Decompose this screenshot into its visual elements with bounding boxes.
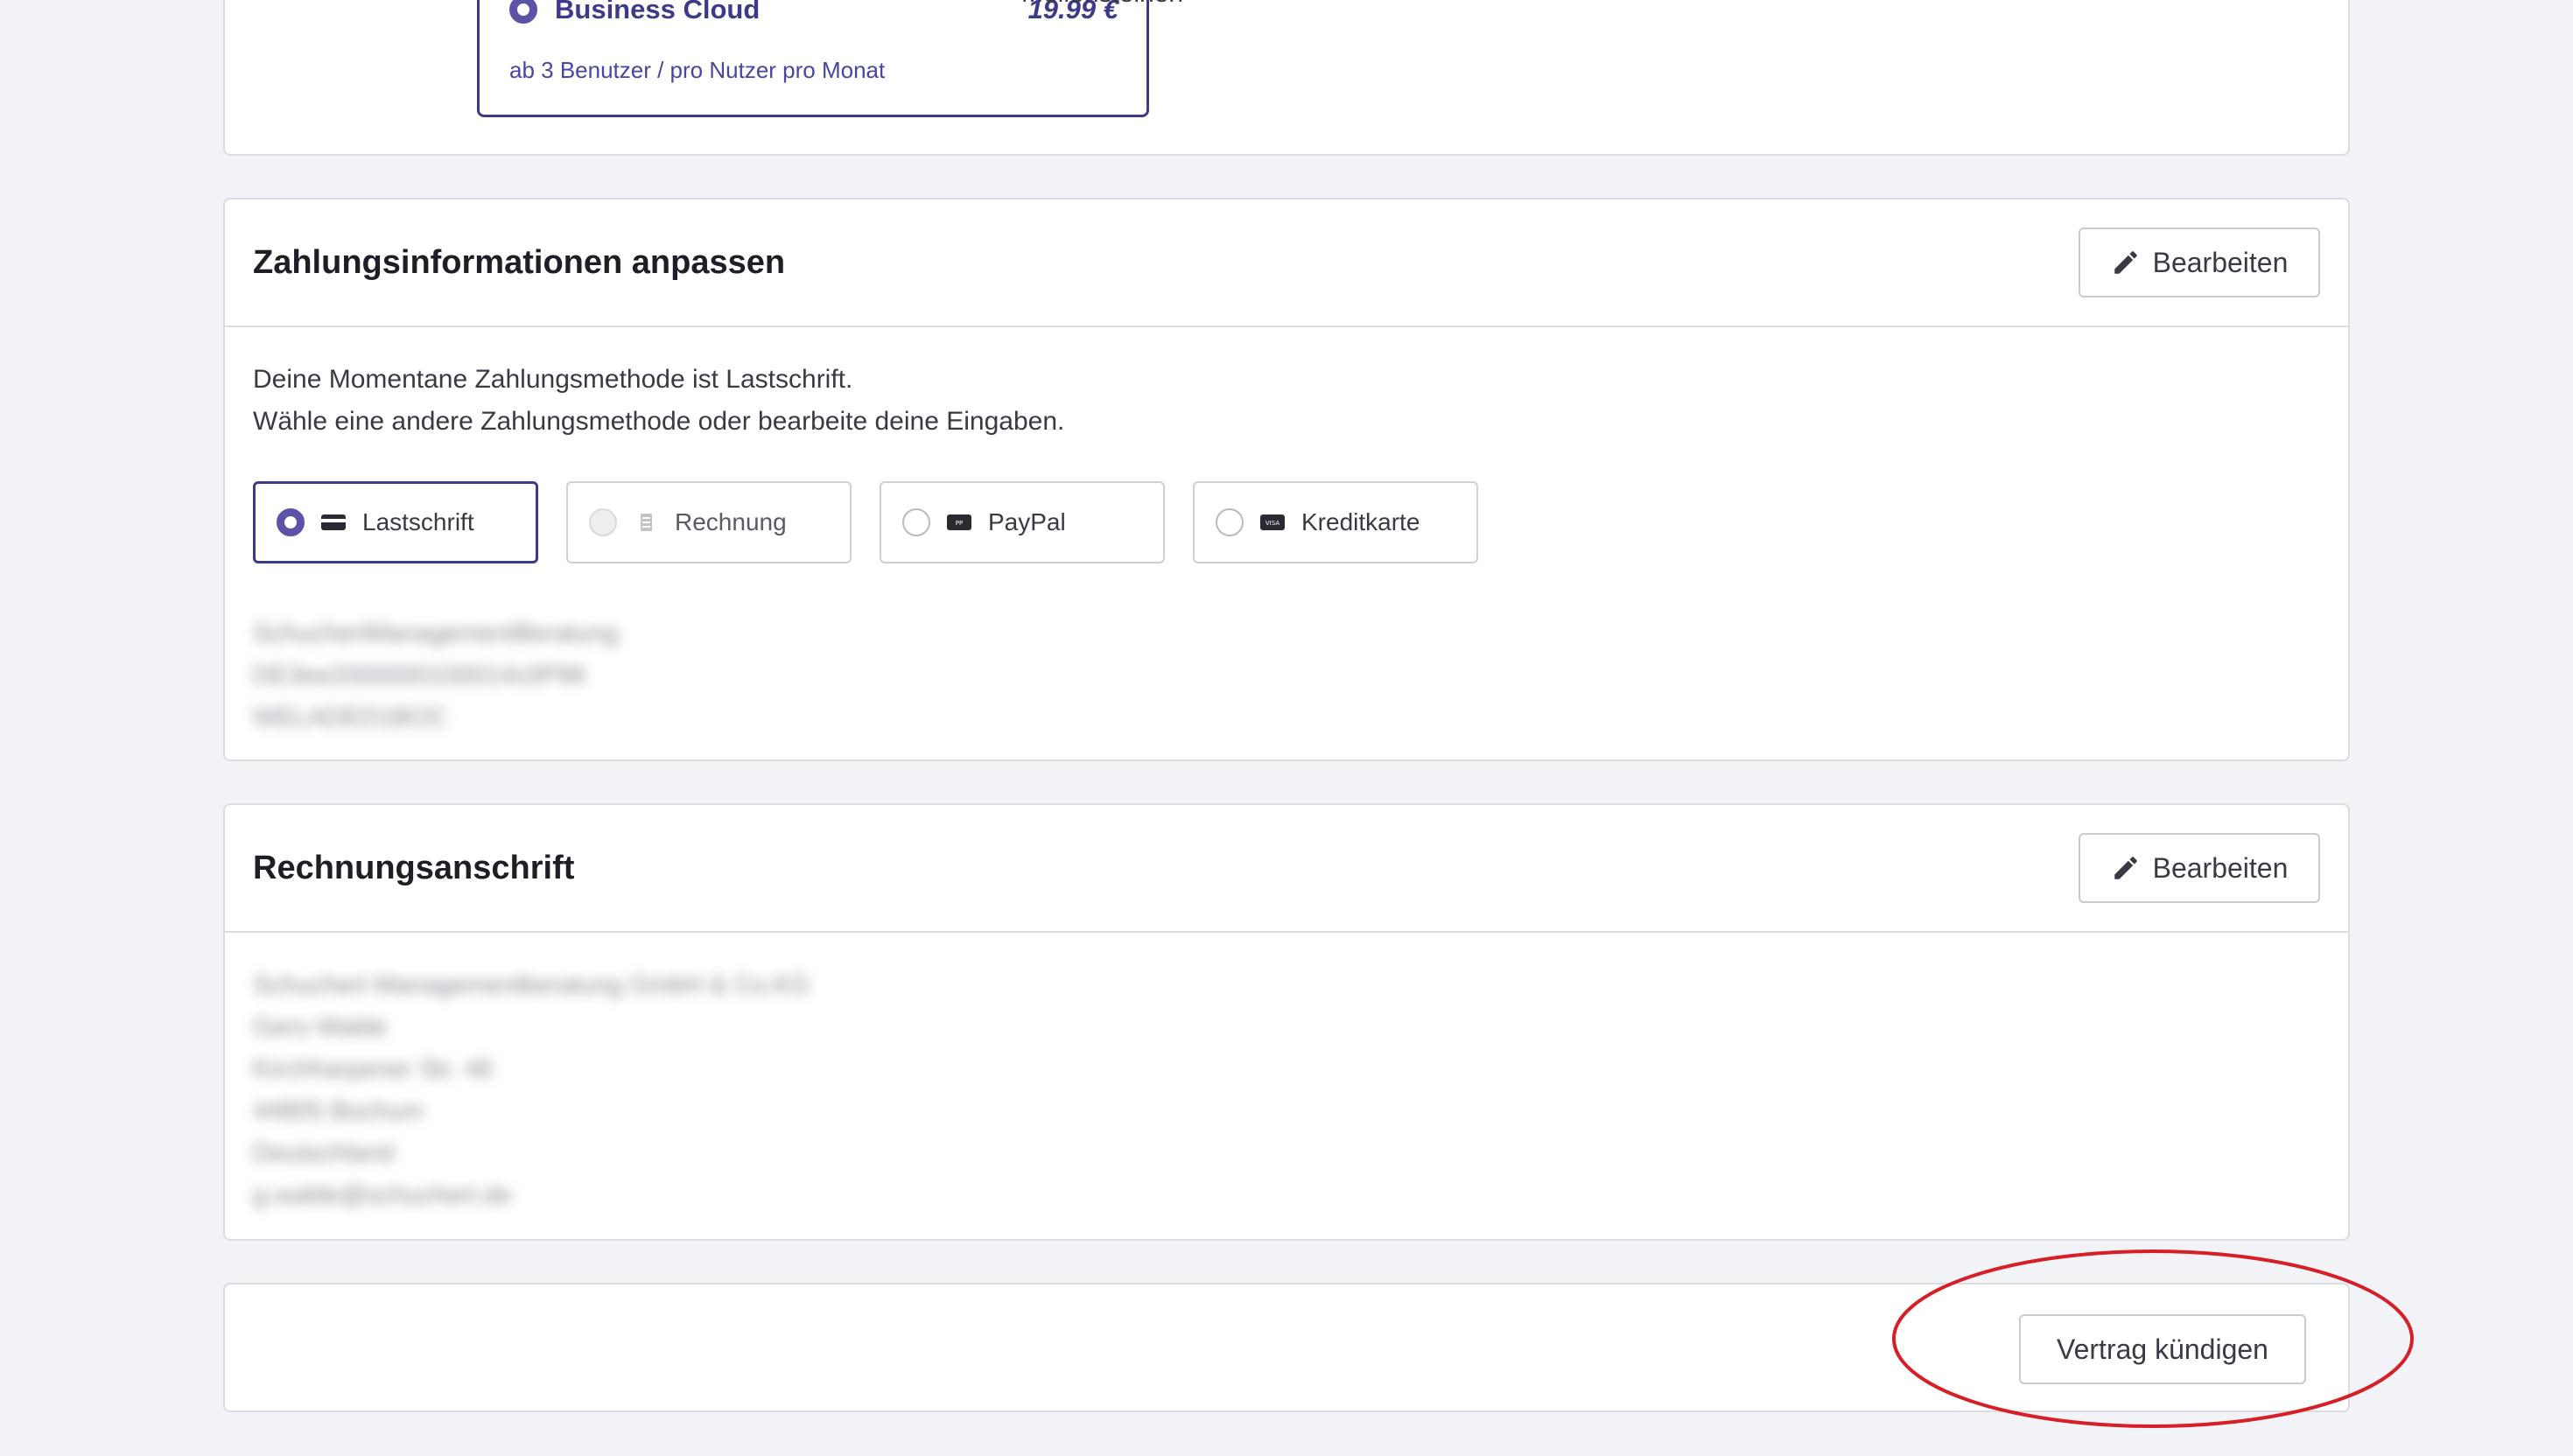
payment-line-2: Wähle eine andere Zahlungsmethode oder b… [253,407,1065,436]
lastschrift-radio[interactable] [277,508,305,536]
paypal-icon: PP [947,514,971,530]
plan-name: Business Cloud [555,0,761,24]
payment-description: Deine Momentane Zahlungsmethode ist Last… [253,359,1064,443]
billing-edit-label: Bearbeiten [2152,851,2289,884]
payment-card-header: Zahlungsinformationen anpassen Bearbeite… [225,200,2348,327]
billing-address: Schuchert Managementberatung GmbH & Co.K… [253,964,810,1216]
invoice-icon [641,514,652,531]
plan-subtitle: ab 3 Benutzer / pro Nutzer pro Monat [509,57,886,83]
plan-card: Business Cloud 19.99 € ab 3 Benutzer / p… [223,0,2350,156]
billing-card: Rechnungsanschrift Bearbeiten Schuchert … [223,803,2350,1241]
address-email: g.walde@schuchert.de [253,1181,512,1209]
plan-option-business-cloud[interactable]: Business Cloud 19.99 € ab 3 Benutzer / p… [477,0,1149,117]
payment-title: Zahlungsinformationen anpassen [253,243,786,281]
card-icon [321,514,346,530]
address-street: Kirchharpener Str. 46 [253,1055,494,1083]
kreditkarte-radio[interactable] [1216,508,1244,536]
payment-method-lastschrift[interactable]: Lastschrift [253,481,538,564]
kreditkarte-label: Kreditkarte [1301,508,1420,536]
bank-iban: DE3ee2000000100014c0P96 [253,662,586,690]
payment-edit-button[interactable]: Bearbeiten [2079,228,2320,298]
plan-radio[interactable] [509,0,537,24]
visa-icon: VISA [1260,514,1285,530]
address-company: Schuchert Managementberatung GmbH & Co.K… [253,971,810,999]
bank-bic: WELADED1BOC [253,704,448,732]
address-city: 44805 Bochum [253,1097,424,1125]
svg-text:VISA: VISA [1265,520,1279,527]
bank-details: SchuchertManagementBeratung DE3ee2000000… [253,612,619,738]
payment-card: Zahlungsinformationen anpassen Bearbeite… [223,198,2350,761]
payment-method-rechnung[interactable]: Rechnung [566,481,852,564]
payment-method-paypal[interactable]: PP PayPal [880,481,1165,564]
annotation-circle [1892,1250,2414,1428]
billing-edit-button[interactable]: Bearbeiten [2079,833,2320,903]
pencil-icon [2114,857,2137,879]
paypal-radio[interactable] [902,508,930,536]
address-contact: Gero Walde [253,1013,388,1041]
plan-side-text: Meilensteinen [1021,0,1183,9]
address-country: Deutschland [253,1139,395,1167]
paypal-label: PayPal [988,508,1066,536]
pencil-icon [2114,251,2137,274]
svg-text:PP: PP [956,520,963,527]
bank-account-holder: SchuchertManagementBeratung [253,620,619,648]
payment-method-kreditkarte[interactable]: VISA Kreditkarte [1193,481,1478,564]
billing-title: Rechnungsanschrift [253,849,575,886]
payment-edit-label: Bearbeiten [2152,246,2289,278]
payment-line-1: Deine Momentane Zahlungsmethode ist Last… [253,365,853,394]
rechnung-radio[interactable] [589,508,617,536]
lastschrift-label: Lastschrift [362,508,474,536]
billing-card-header: Rechnungsanschrift Bearbeiten [225,805,2348,933]
rechnung-label: Rechnung [675,508,787,536]
